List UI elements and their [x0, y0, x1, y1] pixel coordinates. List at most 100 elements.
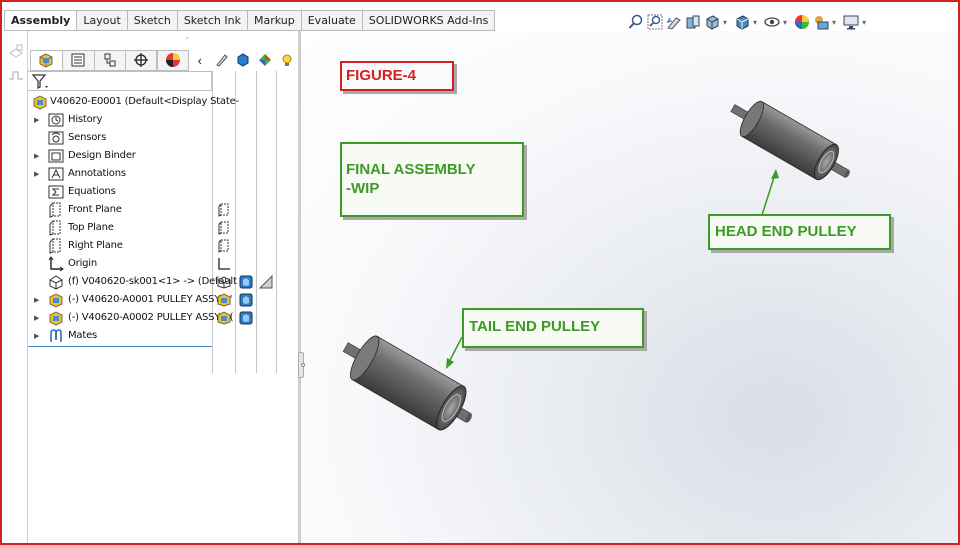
display-manager-tab[interactable]: [157, 49, 189, 71]
subassembly-icon: [49, 293, 63, 308]
hide-all-types-button[interactable]: [211, 50, 233, 71]
plane-icon: [49, 220, 61, 236]
propertymanager-tab[interactable]: [61, 49, 94, 71]
tree-item-mates[interactable]: ▶ Mates: [28, 327, 212, 345]
subassembly-icon: [49, 311, 63, 326]
featuremanager-tab[interactable]: [30, 49, 62, 71]
expand-arrow-icon[interactable]: ▶: [34, 327, 39, 345]
display-mode-icon[interactable]: [239, 275, 253, 289]
appearance-button[interactable]: [254, 50, 276, 71]
feature-manager-panel: ◦ ‹ V40620-E0001 (Default<Display State-…: [28, 31, 298, 543]
configurationmanager-tab[interactable]: [93, 49, 126, 71]
tree-item-top-plane[interactable]: Top Plane: [28, 219, 212, 237]
display-mode-icon[interactable]: [239, 311, 253, 325]
cube-icon: [237, 53, 249, 67]
appearance-icon: [259, 54, 272, 66]
tab-assembly[interactable]: Assembly: [4, 10, 78, 31]
tree-item-label: (-) V40620-A0001 PULLEY ASSY - ': [68, 294, 233, 305]
chevron-down-icon[interactable]: ▾: [723, 18, 727, 27]
expand-arrow-icon[interactable]: ▶: [34, 165, 39, 183]
plane-visibility-icon[interactable]: [217, 221, 231, 235]
chevron-down-icon[interactable]: ▾: [862, 18, 866, 27]
tree-item-pulley-assy-2[interactable]: ▶ (-) V40620-A0002 PULLEY ASSY - (: [28, 309, 234, 327]
tab-sketch-ink[interactable]: Sketch Ink: [177, 10, 248, 31]
tree-item-label: Origin: [68, 258, 98, 269]
subassembly-visibility-icon[interactable]: [217, 311, 231, 325]
assembly-icon: [33, 95, 47, 110]
command-manager-tabs: Assembly Layout Sketch Sketch Ink Markup…: [4, 10, 496, 31]
plane-visibility-icon[interactable]: [217, 203, 231, 217]
mates-icon: [50, 329, 62, 342]
tab-sketch[interactable]: Sketch: [127, 10, 178, 31]
tab-layout[interactable]: Layout: [77, 10, 128, 31]
tree-item-label: Design Binder: [68, 150, 136, 161]
tree-item-origin[interactable]: Origin: [28, 255, 212, 273]
expand-arrow-icon[interactable]: ▶: [34, 309, 39, 327]
previous-view-icon[interactable]: [666, 14, 682, 30]
zoom-to-fit-icon[interactable]: [628, 14, 644, 30]
apply-scene-icon[interactable]: [813, 14, 829, 30]
origin-icon: [48, 256, 64, 272]
zoom-to-area-icon[interactable]: [647, 14, 663, 30]
section-view-icon[interactable]: [685, 14, 701, 30]
tree-item-label: Front Plane: [68, 204, 122, 215]
assembly-model[interactable]: [300, 31, 960, 545]
tree-item-history[interactable]: ▶ History: [28, 111, 212, 129]
figure-label: FIGURE-4: [340, 61, 454, 91]
configurationmanager-icon: [104, 53, 116, 67]
chevron-down-icon[interactable]: ▾: [783, 18, 787, 27]
pencil-icon: [215, 54, 228, 67]
view-settings-icon[interactable]: [843, 14, 859, 30]
tail-end-pulley[interactable]: [333, 325, 483, 441]
panel-scroll-left[interactable]: ‹: [189, 50, 211, 71]
tree-item-right-plane[interactable]: Right Plane: [28, 237, 212, 255]
dimxpert-tab[interactable]: [125, 49, 158, 71]
expand-arrow-icon[interactable]: ▶: [34, 291, 39, 309]
tail-end-pulley-callout: TAIL END PULLEY: [462, 308, 644, 348]
hide-show-button[interactable]: [276, 50, 298, 71]
tree-end-line: [28, 346, 212, 347]
tree-item-sensors[interactable]: Sensors: [28, 129, 212, 147]
tab-evaluate[interactable]: Evaluate: [301, 10, 363, 31]
task-pane-strip: [4, 31, 28, 543]
dimxpert-icon: [134, 53, 149, 67]
origin-visibility-icon[interactable]: [217, 257, 231, 271]
propertymanager-icon: [71, 53, 85, 67]
tree-item-design-binder[interactable]: ▶ Design Binder: [28, 147, 212, 165]
equations-icon: [48, 185, 64, 199]
tree-item-pulley-assy-1[interactable]: ▶ (-) V40620-A0001 PULLEY ASSY - ': [28, 291, 232, 309]
panel-collapse-dot[interactable]: ◦: [186, 35, 188, 42]
expand-arrow-icon[interactable]: ▶: [34, 147, 39, 165]
sketch-icon[interactable]: [8, 67, 24, 83]
tree-item-sketch-part[interactable]: (f) V040620-sk001<1> -> (Default: [28, 273, 237, 291]
tree-filter-row: [28, 71, 212, 91]
featuremanager-icon: [39, 53, 53, 68]
display-style-icon[interactable]: [734, 14, 750, 30]
tab-markup[interactable]: Markup: [247, 10, 302, 31]
expand-arrow-icon[interactable]: ▶: [34, 111, 39, 129]
column-divider: [212, 71, 213, 373]
hide-show-items-icon[interactable]: [764, 14, 780, 30]
filter-icon[interactable]: [32, 74, 50, 90]
tree-item-equations[interactable]: Equations: [28, 183, 212, 201]
chevron-down-icon[interactable]: ▾: [753, 18, 757, 27]
tree-item-label: (f) V040620-sk001<1> -> (Default: [68, 276, 237, 287]
assembly-icon[interactable]: [8, 43, 24, 59]
display-pane-button[interactable]: [232, 50, 254, 71]
column-divider: [235, 71, 236, 373]
head-end-pulley[interactable]: [723, 91, 859, 193]
subassembly-visibility-icon[interactable]: [217, 293, 231, 307]
appearance-swatch-icon[interactable]: [259, 275, 273, 289]
plane-visibility-icon[interactable]: [217, 239, 231, 253]
part-visibility-icon[interactable]: [217, 275, 231, 289]
tree-item-annotations[interactable]: ▶ Annotations: [28, 165, 212, 183]
chevron-down-icon[interactable]: ▾: [832, 18, 836, 27]
annotations-icon: [48, 167, 64, 181]
tree-item-label: Mates: [68, 330, 98, 341]
view-orientation-icon[interactable]: [704, 14, 720, 30]
tree-item-front-plane[interactable]: Front Plane: [28, 201, 212, 219]
tab-solidworks-add-ins[interactable]: SOLIDWORKS Add-Ins: [362, 10, 496, 31]
tree-item-label: History: [68, 114, 103, 125]
edit-appearance-icon[interactable]: [794, 14, 810, 30]
display-mode-icon[interactable]: [239, 293, 253, 307]
